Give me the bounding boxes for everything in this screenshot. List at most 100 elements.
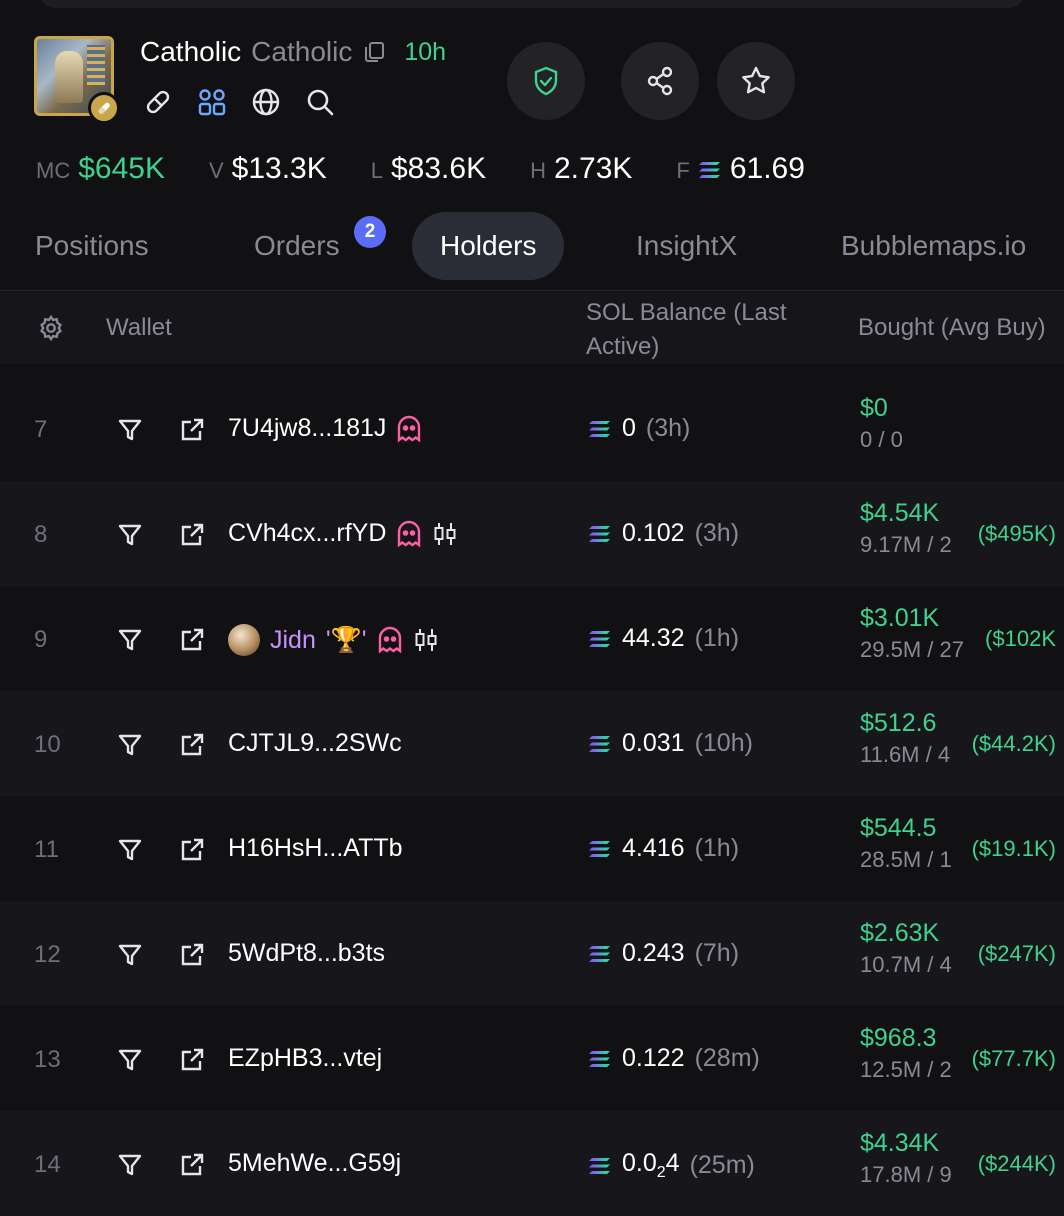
last-active: (25m) [689, 1151, 755, 1179]
external-link-icon[interactable] [178, 416, 206, 444]
top-search-bar[interactable] [40, 0, 1024, 8]
external-link-icon[interactable] [178, 1046, 206, 1074]
tab-positions[interactable]: Positions [35, 212, 149, 280]
solana-icon [588, 1151, 612, 1180]
gear-icon[interactable] [37, 314, 65, 349]
holder-rank: 14 [34, 1151, 61, 1178]
table-row[interactable]: 10 CJTJL9...2SWc 0.031 (10h) $512.6 11.6M / 4… [0, 691, 1064, 796]
table-row[interactable]: 9 Jidn '🏆' 44.32 (1h) $3.01K 29.5M / 27 ($102K [0, 586, 1064, 691]
orders-count-badge: 2 [354, 216, 386, 248]
candlestick-icon[interactable] [432, 521, 458, 547]
bought-cell: $2.63K 10.7M / 4 ($247K) [860, 919, 1064, 978]
sol-amount: 0.122 [622, 1044, 685, 1072]
sol-amount: 0 [622, 414, 636, 442]
sol-balance-cell: 0.031 (10h) [588, 729, 753, 758]
share-button[interactable] [621, 42, 699, 120]
wallet-address[interactable]: 7U4jw8...181J [228, 414, 386, 443]
sol-balance-cell: 0.122 (28m) [588, 1044, 760, 1073]
table-row[interactable]: 7 7U4jw8...181J 0 (3h) $0 0 / 0 [0, 376, 1064, 481]
tab-insightx[interactable]: InsightX [636, 212, 737, 280]
wallet-address[interactable]: 5WdPt8...b3ts [228, 939, 385, 968]
last-active: (1h) [694, 834, 740, 862]
wallet-address[interactable]: CJTJL9...2SWc [228, 729, 402, 758]
filter-icon[interactable] [116, 1046, 144, 1074]
col-wallet[interactable]: Wallet [106, 314, 172, 342]
external-link-icon[interactable] [178, 836, 206, 864]
ghost-icon [377, 626, 403, 654]
external-link-icon[interactable] [178, 521, 206, 549]
sol-amount: 44.32 [622, 624, 685, 652]
table-row[interactable]: 13 EZpHB3...vtej 0.122 (28m) $968.3 12.5M / 2… [0, 1006, 1064, 1111]
wallet-cell: EZpHB3...vtej [228, 1044, 382, 1073]
search-icon[interactable] [304, 86, 336, 118]
bought-cell: $544.5 28.5M / 1 ($19.1K) [860, 814, 1064, 873]
table-row[interactable]: 14 5MehWe...G59j 0.024 (25m) $4.34K 17.8M / 9… [0, 1111, 1064, 1216]
solana-icon [588, 729, 612, 758]
avg-buy-mc: ($19.1K) [971, 836, 1056, 861]
bought-cell: $3.01K 29.5M / 27 ($102K [860, 604, 1064, 663]
external-link-icon[interactable] [178, 1151, 206, 1179]
star-icon [742, 66, 770, 94]
user-avatar [228, 624, 260, 656]
ghost-icon [396, 520, 422, 548]
wallet-address[interactable]: CVh4cx...rfYD [228, 519, 386, 548]
sol-amount: 0.031 [622, 729, 685, 757]
filter-icon[interactable] [116, 626, 144, 654]
table-row[interactable]: 8 CVh4cx...rfYD 0.102 (3h) $4.54K 9.17M / 2 ($… [0, 481, 1064, 586]
holder-rank: 8 [34, 521, 48, 548]
table-row[interactable]: 11 H16HsH...ATTb 4.416 (1h) $544.5 28.5M / 1(… [0, 796, 1064, 901]
stat-liquidity: L $83.6K [370, 152, 487, 185]
col-bought[interactable]: Bought (Avg Buy) [858, 314, 1046, 342]
bundle-icon[interactable] [196, 86, 228, 118]
wallet-cell: Jidn '🏆' [228, 624, 439, 656]
sol-balance-cell: 0.024 (25m) [588, 1149, 755, 1182]
sol-amount: 4.416 [622, 834, 685, 862]
wallet-label[interactable]: Jidn [270, 626, 316, 655]
bought-cell: $0 0 / 0 [860, 394, 1064, 453]
filter-icon[interactable] [116, 521, 144, 549]
filter-icon[interactable] [116, 836, 144, 864]
stat-volume: V $13.3K [208, 152, 327, 185]
pill-link-icon[interactable] [142, 86, 174, 118]
candlestick-icon[interactable] [413, 627, 439, 653]
holder-rank: 12 [34, 941, 61, 968]
external-link-icon[interactable] [178, 626, 206, 654]
external-link-icon[interactable] [178, 941, 206, 969]
sol-balance-cell: 44.32 (1h) [588, 624, 739, 653]
tab-bubblemaps[interactable]: Bubblemaps.io [841, 212, 1026, 280]
token-age: 10h [404, 37, 447, 66]
sol-amount: 0.102 [622, 519, 685, 547]
token-title: Catholic Catholic 10h [140, 36, 446, 68]
ghost-icon [396, 415, 422, 443]
solana-icon [588, 939, 612, 968]
stat-fees: F 61.69 [676, 152, 805, 186]
filter-icon[interactable] [116, 941, 144, 969]
bought-cell: $968.3 12.5M / 2 ($77.7K) [860, 1024, 1064, 1083]
wallet-address[interactable]: H16HsH...ATTb [228, 834, 403, 863]
tab-holders[interactable]: Holders [412, 212, 565, 280]
wallet-address[interactable]: 5MehWe...G59j [228, 1149, 401, 1178]
tab-orders[interactable]: Orders [254, 212, 340, 280]
filter-icon[interactable] [116, 1151, 144, 1179]
solana-icon [698, 152, 722, 186]
solana-icon [588, 414, 612, 443]
avg-buy-mc: ($44.2K) [971, 731, 1056, 756]
stat-holders: H 2.73K [530, 152, 633, 185]
share-icon [647, 66, 673, 96]
token-name: Catholic [140, 36, 242, 67]
filter-icon[interactable] [116, 416, 144, 444]
filter-icon[interactable] [116, 731, 144, 759]
copy-icon[interactable] [362, 40, 386, 64]
globe-icon[interactable] [250, 86, 282, 118]
col-sol-balance[interactable]: SOL Balance (Last Active) [586, 296, 826, 364]
tab-bar: Positions Orders 2 Holders InsightX Bubb… [0, 212, 1064, 284]
wallet-address[interactable]: EZpHB3...vtej [228, 1044, 382, 1073]
avg-buy-mc: ($495K) [977, 521, 1056, 546]
last-active: (1h) [694, 624, 740, 652]
security-shield-button[interactable] [507, 42, 585, 120]
sol-amount: 0.243 [622, 939, 685, 967]
external-link-icon[interactable] [178, 731, 206, 759]
holder-rank: 13 [34, 1046, 61, 1073]
table-row[interactable]: 12 5WdPt8...b3ts 0.243 (7h) $2.63K 10.7M / 4(… [0, 901, 1064, 1006]
favorite-button[interactable] [717, 42, 795, 120]
